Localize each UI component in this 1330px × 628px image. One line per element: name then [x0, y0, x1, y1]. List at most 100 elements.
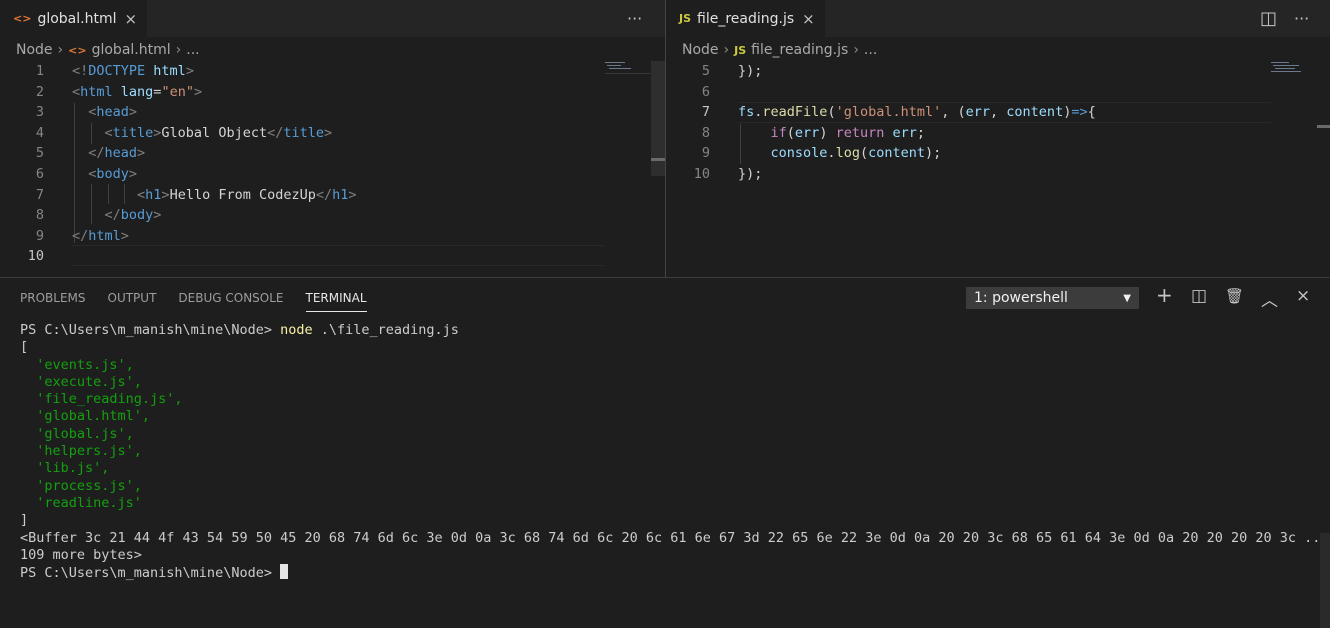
- tab-output[interactable]: OUTPUT: [108, 291, 157, 312]
- minimap[interactable]: [605, 61, 650, 74]
- terminal-file-entry: 'global.html',: [36, 408, 151, 425]
- tab-global-html[interactable]: <> global.html ×: [0, 0, 148, 37]
- terminal-output[interactable]: PS C:\Users\m_manish\mine\Node> node .\f…: [20, 322, 1329, 582]
- code-token: });: [738, 63, 763, 79]
- tab-file-reading-js[interactable]: JS file_reading.js ×: [666, 0, 825, 37]
- bottom-panel: PROBLEMS OUTPUT DEBUG CONSOLE TERMINAL 1: p…: [0, 277, 1330, 628]
- code-token: );: [925, 145, 942, 162]
- code-token: >: [161, 186, 170, 203]
- code-token: title: [283, 124, 324, 141]
- breadcrumb-folder[interactable]: Node: [16, 42, 53, 58]
- split-editor-icon[interactable]: ◫: [1260, 0, 1277, 37]
- line-number: 10: [693, 165, 710, 182]
- breadcrumb: Node › JS file_reading.js › ...: [666, 39, 877, 61]
- terminal-command: node: [280, 322, 313, 338]
- html-file-icon: <>: [13, 12, 32, 25]
- breadcrumb-tail[interactable]: ...: [864, 42, 877, 58]
- code-token: <: [72, 124, 113, 141]
- line-number: 2: [35, 83, 44, 100]
- code-token: "en": [161, 83, 194, 100]
- code-text: if(err) return err;: [738, 123, 926, 144]
- close-panel-icon[interactable]: ×: [1296, 286, 1310, 306]
- line-number: 3: [35, 104, 44, 121]
- more-actions-icon[interactable]: ···: [627, 0, 642, 37]
- line-number: 9: [35, 227, 44, 244]
- code-token: content: [1006, 104, 1064, 121]
- split-terminal-icon[interactable]: ◫: [1191, 286, 1207, 306]
- vertical-scrollbar[interactable]: [1317, 61, 1330, 277]
- more-actions-icon[interactable]: ···: [1294, 0, 1309, 37]
- code-token: >: [120, 227, 129, 244]
- vertical-scrollbar[interactable]: [651, 61, 665, 176]
- code-token: return: [835, 124, 885, 141]
- code-token: <!: [72, 63, 89, 79]
- js-file-icon: JS: [679, 12, 692, 25]
- code-text: fs.readFile('global.html', (err, content…: [738, 102, 1096, 123]
- code-token: (: [827, 104, 836, 121]
- breadcrumb-folder[interactable]: Node: [682, 42, 719, 58]
- terminal-select[interactable]: 1: powershell ▼: [966, 287, 1139, 309]
- code-text: <!DOCTYPE html>: [72, 61, 194, 82]
- maximize-panel-icon[interactable]: ︿: [1261, 286, 1278, 311]
- code-token: err: [965, 104, 991, 121]
- code-token: </: [72, 145, 105, 162]
- terminal-file-entry: 'execute.js',: [36, 373, 142, 390]
- code-text: <h1>Hello From CodezUp</h1>: [72, 185, 357, 206]
- close-icon[interactable]: ×: [124, 10, 137, 28]
- chevron-right-icon: ›: [853, 42, 859, 58]
- code-token: </: [72, 207, 121, 224]
- code-token: Global Object: [161, 124, 268, 141]
- chevron-right-icon: ›: [175, 42, 182, 58]
- code-token: 'global.html': [835, 104, 942, 121]
- code-text: console.log(content);: [738, 143, 942, 164]
- code-text: });: [738, 61, 762, 82]
- new-terminal-icon[interactable]: +: [1156, 283, 1173, 307]
- code-token: <: [72, 186, 146, 203]
- code-token: (: [859, 145, 869, 162]
- breadcrumb: Node › <> global.html › ...: [0, 39, 200, 61]
- code-token: err: [794, 124, 820, 141]
- line-number: 6: [701, 83, 710, 100]
- code-token: >: [137, 145, 146, 162]
- right-tab-bar: JS file_reading.js × ◫ ···: [666, 0, 1330, 37]
- breadcrumb-file[interactable]: file_reading.js: [751, 42, 848, 58]
- tab-terminal[interactable]: TERMINAL: [305, 291, 367, 312]
- js-file-icon: JS: [734, 43, 747, 57]
- left-tab-bar: <> global.html × ···: [0, 0, 665, 37]
- code-token: >: [193, 83, 203, 100]
- code-token: h1: [332, 186, 349, 203]
- code-token: title: [112, 124, 154, 141]
- code-token: .: [827, 145, 836, 162]
- minimap[interactable]: [1271, 61, 1316, 73]
- line-number: 8: [35, 207, 44, 224]
- breadcrumb-tail[interactable]: ...: [186, 42, 199, 58]
- terminal-close-bracket: ]: [20, 512, 29, 529]
- code-token: >: [324, 124, 333, 141]
- code-token: =>: [1071, 104, 1088, 121]
- code-token: <: [72, 104, 97, 121]
- breadcrumb-file[interactable]: global.html: [92, 42, 171, 58]
- terminal-file-entry: 'global.js',: [36, 425, 134, 442]
- code-token: ,: [990, 104, 1007, 121]
- close-icon[interactable]: ×: [802, 10, 815, 28]
- code-token: </: [315, 186, 333, 203]
- code-token: err: [892, 124, 917, 141]
- code-text: });: [738, 164, 762, 185]
- code-token: });: [738, 165, 763, 182]
- tab-label: file_reading.js: [697, 10, 795, 27]
- terminal-cursor: [280, 564, 289, 580]
- trash-icon[interactable]: 🗑: [1225, 287, 1244, 305]
- code-token: html: [153, 63, 186, 79]
- tab-problems[interactable]: PROBLEMS: [20, 291, 86, 312]
- tab-debug-console[interactable]: DEBUG CONSOLE: [178, 291, 283, 312]
- code-token: body: [120, 207, 154, 224]
- code-token: >: [128, 165, 138, 182]
- chevron-right-icon: ›: [57, 42, 64, 58]
- line-number: 5: [701, 63, 710, 79]
- code-token: DOCTYPE: [88, 63, 154, 79]
- terminal-scrollbar[interactable]: [1320, 533, 1330, 628]
- code-token: html: [80, 83, 121, 100]
- terminal-select-value: 1: powershell: [974, 290, 1068, 306]
